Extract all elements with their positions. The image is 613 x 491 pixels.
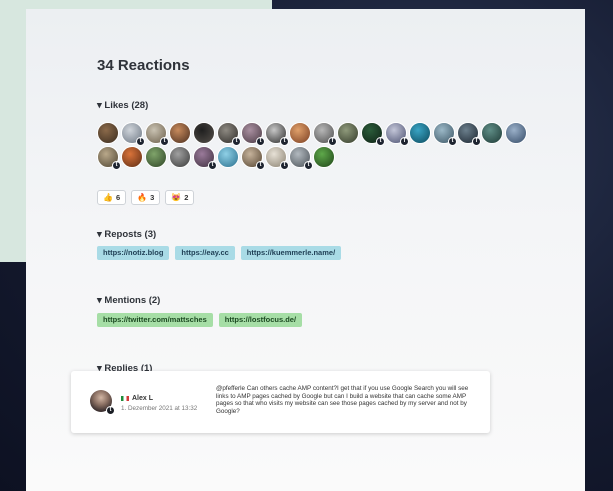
like-avatar[interactable] <box>505 122 527 144</box>
reposts-toggle[interactable]: ▾ Reposts (3) <box>97 229 156 240</box>
twitter-icon: t <box>106 406 115 415</box>
reply-author-name: Alex L <box>132 395 154 402</box>
twitter-icon: t <box>256 137 265 146</box>
like-avatar[interactable] <box>145 146 167 168</box>
reaction-count: 3 <box>150 193 155 202</box>
like-avatar[interactable] <box>337 122 359 144</box>
facebook-icon: f <box>400 137 409 146</box>
like-avatar[interactable]: t <box>265 122 289 146</box>
twitter-icon: t <box>376 137 385 146</box>
like-avatar[interactable]: f <box>313 122 337 146</box>
like-avatar[interactable] <box>169 146 191 168</box>
reaction-count: 2 <box>184 193 189 202</box>
like-avatar[interactable] <box>409 122 431 144</box>
twitter-icon: t <box>256 161 265 170</box>
twitter-icon: t <box>160 137 169 146</box>
like-avatar[interactable] <box>217 146 239 168</box>
like-avatar[interactable] <box>313 146 335 168</box>
thumbs-up-reaction[interactable]: 👍 6 <box>97 190 127 205</box>
mention-links: https://twitter.com/mattsches https://lo… <box>97 313 303 327</box>
heart-eyes-cat-icon: 😻 <box>171 193 182 202</box>
reply-date[interactable]: 1. Dezember 2021 at 13:32 <box>121 405 197 412</box>
likes-toggle[interactable]: ▾ Likes (28) <box>97 100 148 111</box>
mention-link[interactable]: https://twitter.com/mattsches <box>97 313 213 327</box>
like-avatar[interactable]: t <box>97 146 121 170</box>
likes-avatar-grid: t t t t t f t f t f t t t t t <box>97 122 527 170</box>
mentions-toggle[interactable]: ▾ Mentions (2) <box>97 295 160 306</box>
facebook-icon: f <box>328 137 337 146</box>
like-avatar[interactable]: t <box>217 122 241 146</box>
fire-icon: 🔥 <box>137 193 148 202</box>
like-avatar[interactable]: f <box>457 122 481 146</box>
twitter-icon: t <box>136 137 145 146</box>
repost-link[interactable]: https://kuemmerle.name/ <box>240 246 342 260</box>
like-avatar[interactable]: t <box>241 122 265 146</box>
like-avatar[interactable] <box>97 122 119 144</box>
twitter-icon: t <box>112 161 121 170</box>
reaction-count: 6 <box>115 193 121 202</box>
like-avatar[interactable]: t <box>121 122 145 146</box>
like-avatar[interactable] <box>121 146 143 168</box>
twitter-icon: t <box>448 137 457 146</box>
like-avatar[interactable]: t <box>433 122 457 146</box>
like-avatar[interactable]: t <box>241 146 265 170</box>
flag-icon <box>121 395 129 401</box>
like-avatar[interactable] <box>169 122 191 144</box>
twitter-icon: t <box>232 137 241 146</box>
reply-avatar[interactable]: t <box>90 390 115 415</box>
twitter-icon: t <box>280 161 289 170</box>
reply-text: @pfefferle Can others cache AMP content?… <box>216 385 469 415</box>
repost-link[interactable]: https://eay.cc <box>175 246 235 260</box>
heart-eyes-cat-reaction[interactable]: 😻 2 <box>165 190 195 205</box>
reply-author[interactable]: Alex L <box>121 395 153 402</box>
mention-link[interactable]: https://lostfocus.de/ <box>218 313 303 327</box>
fire-reaction[interactable]: 🔥 3 <box>131 190 161 205</box>
like-avatar[interactable]: t <box>265 146 289 170</box>
like-avatar[interactable]: t <box>145 122 169 146</box>
twitter-icon: t <box>304 161 313 170</box>
twitter-icon: t <box>208 161 217 170</box>
repost-links: https://notiz.blog https://eay.cc https:… <box>97 246 342 260</box>
repost-link[interactable]: https://notiz.blog <box>97 246 170 260</box>
like-avatar[interactable]: t <box>289 146 313 170</box>
like-avatar[interactable]: t <box>361 122 385 146</box>
page-title: 34 Reactions <box>97 57 190 74</box>
like-avatar[interactable]: f <box>385 122 409 146</box>
thumbs-up-icon: 👍 <box>103 193 113 202</box>
like-avatar[interactable] <box>289 122 311 144</box>
like-avatar[interactable] <box>193 122 215 144</box>
like-avatar[interactable]: t <box>193 146 217 170</box>
twitter-icon: t <box>280 137 289 146</box>
emoji-reactions: 👍 6 🔥 3 😻 2 <box>97 190 195 205</box>
reply-card: t Alex L 1. Dezember 2021 at 13:32 @pfef… <box>71 371 490 433</box>
like-avatar[interactable] <box>481 122 503 144</box>
facebook-icon: f <box>472 137 481 146</box>
